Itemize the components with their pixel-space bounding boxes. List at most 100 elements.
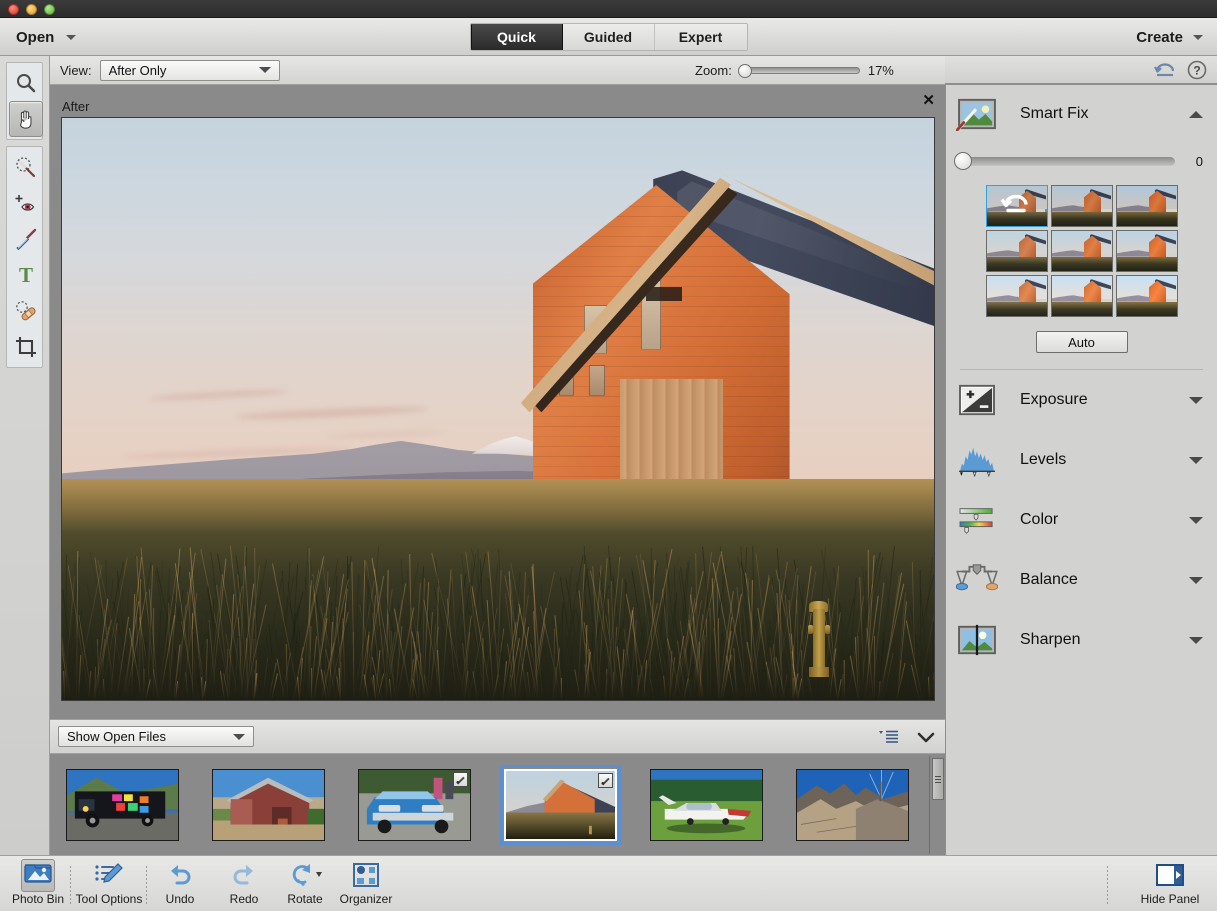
sharpen-icon bbox=[958, 624, 996, 656]
smart-fix-preview-3[interactable] bbox=[985, 230, 1048, 272]
photoshop-elements-window: Open Quick Guided Expert Create T View: … bbox=[0, 0, 1217, 911]
open-button[interactable]: Open bbox=[16, 26, 77, 48]
smart-fix-preview-0[interactable] bbox=[985, 185, 1048, 227]
smart-fix-preview-1[interactable] bbox=[1050, 185, 1113, 227]
crop-tool[interactable] bbox=[9, 329, 43, 365]
photo-fire-hydrant bbox=[807, 598, 831, 677]
undo-button[interactable]: Undo bbox=[144, 860, 216, 906]
image-canvas-area: After ✕ bbox=[50, 85, 945, 719]
smart-fix-slider-handle[interactable] bbox=[954, 151, 972, 170]
whiten-teeth-brush-icon bbox=[16, 228, 37, 251]
redo-button-label: Redo bbox=[229, 892, 259, 906]
help-icon[interactable]: ? bbox=[1187, 60, 1207, 80]
chevron-down-icon bbox=[258, 67, 271, 73]
tools-panel: T bbox=[0, 56, 50, 855]
view-label: View: bbox=[60, 62, 92, 78]
smart-fix-preview-thumbnail bbox=[986, 276, 1047, 316]
panel-section-sharpen[interactable]: Sharpen bbox=[946, 610, 1217, 670]
chevron-down-icon[interactable] bbox=[917, 730, 935, 744]
photo-bin-filter-select[interactable]: Show Open Files bbox=[58, 726, 254, 747]
photo-bin-scrollbar-thumb[interactable] bbox=[932, 758, 944, 800]
chevron-down-icon[interactable] bbox=[1189, 636, 1203, 644]
levels-label: Levels bbox=[1020, 451, 1067, 468]
thumbnail-sunset-barn[interactable] bbox=[500, 764, 621, 845]
smart-fix-preview-7[interactable] bbox=[1050, 275, 1113, 317]
zoom-tool[interactable] bbox=[9, 65, 43, 101]
hide-panel-button[interactable]: Hide Panel bbox=[1134, 860, 1206, 906]
bottom-toolbar: Photo Bin Tool Options Undo Redo Rotate … bbox=[0, 855, 1217, 911]
create-button[interactable]: Create bbox=[1136, 26, 1203, 48]
whiten-teeth-tool[interactable] bbox=[9, 221, 43, 257]
zoom-slider-track[interactable] bbox=[737, 63, 860, 78]
panel-section-exposure[interactable]: Exposure bbox=[946, 370, 1217, 430]
photo-bin-scrollbar[interactable] bbox=[929, 756, 945, 854]
red-eye-removal-tool[interactable] bbox=[9, 185, 43, 221]
smart-fix-preview-thumbnail bbox=[1116, 276, 1177, 316]
toolbar-separator bbox=[1107, 866, 1108, 904]
reset-undo-icon[interactable] bbox=[1153, 60, 1177, 80]
tab-expert[interactable]: Expert bbox=[654, 24, 747, 50]
red-eye-icon bbox=[15, 195, 35, 211]
thumbnail-rocky-cliff[interactable] bbox=[796, 768, 909, 841]
photo-bin-button[interactable]: Photo Bin bbox=[2, 858, 74, 906]
magnifier-icon bbox=[17, 74, 36, 93]
chevron-down-icon[interactable] bbox=[1189, 516, 1203, 524]
tool-options-icon bbox=[95, 863, 123, 883]
chevron-up-icon[interactable] bbox=[1189, 110, 1203, 118]
grip-icon bbox=[935, 778, 941, 780]
undo-button-label: Undo bbox=[165, 892, 195, 906]
thumbnail-airplane[interactable] bbox=[650, 768, 763, 841]
view-mode-select[interactable]: After Only bbox=[99, 59, 280, 81]
chevron-down-icon[interactable] bbox=[1189, 576, 1203, 584]
type-tool[interactable]: T bbox=[9, 257, 43, 293]
panel-section-color[interactable]: Color bbox=[946, 490, 1217, 550]
svg-text:T: T bbox=[19, 263, 33, 287]
spot-healing-brush-tool[interactable] bbox=[9, 293, 43, 329]
tab-quick[interactable]: Quick bbox=[470, 24, 563, 50]
window-titlebar bbox=[0, 0, 1217, 18]
smart-fix-preview-8[interactable] bbox=[1115, 275, 1178, 317]
zoom-slider-handle[interactable] bbox=[737, 63, 752, 78]
window-minimize-button[interactable] bbox=[26, 4, 37, 15]
quick-selection-tool[interactable] bbox=[9, 149, 43, 185]
chevron-down-icon[interactable] bbox=[1189, 396, 1203, 404]
exposure-label: Exposure bbox=[1020, 391, 1088, 408]
image-preview-frame[interactable] bbox=[61, 117, 935, 701]
bin-options-menu-icon[interactable] bbox=[879, 729, 899, 745]
panel-section-balance[interactable]: Balance bbox=[946, 550, 1217, 610]
organizer-button[interactable]: Organizer bbox=[330, 860, 402, 906]
smart-fix-preview-4[interactable] bbox=[1050, 230, 1113, 272]
levels-histogram-icon bbox=[959, 447, 995, 477]
edit-tool-group: T bbox=[6, 146, 43, 368]
create-button-label: Create bbox=[1136, 28, 1183, 46]
close-image-button[interactable]: ✕ bbox=[922, 93, 935, 108]
hide-panel-button-label: Hide Panel bbox=[1140, 892, 1200, 906]
smart-fix-preview-2[interactable] bbox=[1115, 185, 1178, 227]
smart-fix-slider-track[interactable] bbox=[954, 151, 1175, 170]
panel-section-smart-fix-header[interactable]: Smart Fix bbox=[946, 85, 1217, 143]
smart-fix-auto-button[interactable]: Auto bbox=[1035, 331, 1128, 353]
thumbnail-red-barn[interactable] bbox=[212, 768, 325, 841]
window-close-button[interactable] bbox=[8, 4, 19, 15]
hand-tool[interactable] bbox=[9, 101, 43, 137]
smart-fix-preview-thumbnail bbox=[1051, 186, 1112, 226]
panel-section-levels[interactable]: Levels bbox=[946, 430, 1217, 490]
photo-bin-active-frame bbox=[21, 858, 55, 892]
smart-fix-preview-grid bbox=[985, 185, 1178, 317]
tool-options-button[interactable]: Tool Options bbox=[73, 860, 145, 906]
window-maximize-button[interactable] bbox=[44, 4, 55, 15]
sharpen-label: Sharpen bbox=[1020, 631, 1081, 648]
smart-fix-preview-thumbnail bbox=[1116, 231, 1177, 271]
thumbnail-blue-car[interactable] bbox=[358, 768, 471, 841]
tab-guided-label: Guided bbox=[583, 29, 633, 45]
photo-sunset-barn bbox=[62, 118, 934, 700]
smart-fix-preview-6[interactable] bbox=[985, 275, 1048, 317]
smart-fix-preview-thumbnail bbox=[1051, 276, 1112, 316]
tab-guided[interactable]: Guided bbox=[562, 24, 655, 50]
exposure-icon bbox=[959, 384, 995, 416]
smart-fix-preview-5[interactable] bbox=[1115, 230, 1178, 272]
thumbnail-food-truck[interactable] bbox=[66, 768, 179, 841]
chevron-down-icon[interactable] bbox=[1189, 456, 1203, 464]
photo-barn-window bbox=[589, 364, 605, 397]
photo-grass-highlight bbox=[62, 478, 934, 532]
